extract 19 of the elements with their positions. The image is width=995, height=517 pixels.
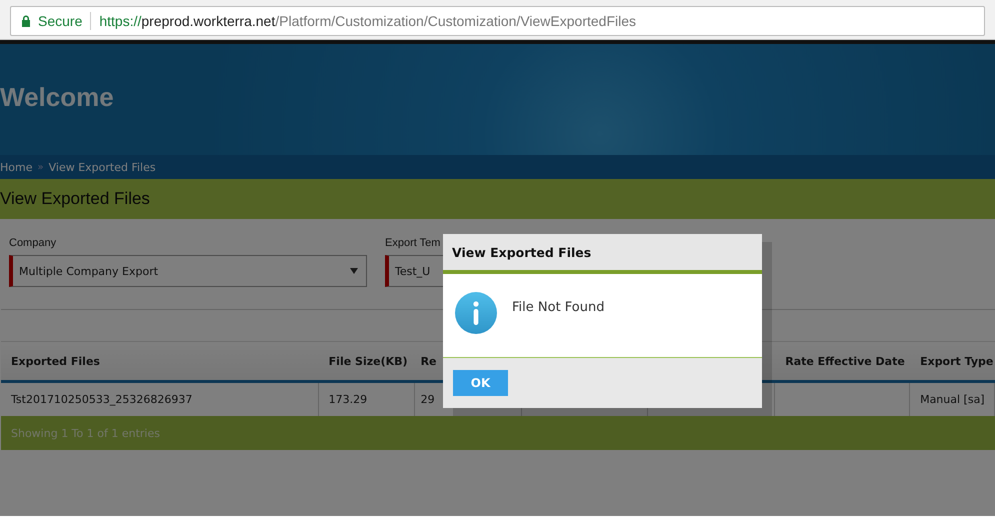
url-text: https://preprod.workterra.net/Platform/Customization/Customization/ViewExportedFiles	[99, 13, 636, 29]
column-header: Exported Files	[11, 354, 100, 368]
table-cell: Manual [sa]	[920, 393, 985, 406]
field-label: Export Tem	[385, 237, 440, 249]
page-title: View Exported Files	[0, 189, 150, 209]
column-header: Re	[420, 354, 437, 368]
dialog-title: View Exported Files	[452, 244, 592, 260]
column-header: Export Type	[920, 354, 994, 368]
table-cell: Tst201710250533_25326826937	[11, 393, 192, 406]
entries-count: Showing 1 To 1 of 1 entries	[11, 426, 160, 440]
table-cell: 29	[420, 393, 435, 406]
field-label: Company	[9, 237, 56, 249]
banner-title: Welcome	[0, 81, 115, 113]
table-cell: 173.29	[328, 393, 368, 406]
column-header: File Size(KB)	[328, 354, 408, 368]
dialog-message: File Not Found	[512, 300, 604, 315]
security-label: Secure	[38, 13, 82, 29]
breadcrumb-separator: »	[37, 162, 44, 172]
column-header: Rate Effective Date	[785, 354, 905, 368]
